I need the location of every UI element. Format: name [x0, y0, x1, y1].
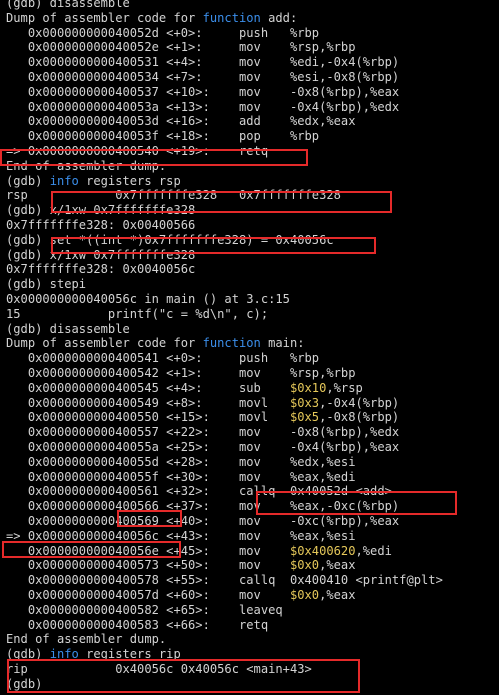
highlight-current-instruction	[2, 541, 181, 558]
line-text: 0x0000000000400545 <+4>: sub	[6, 380, 290, 395]
terminal-line: 0x0000000000400545 <+4>: sub $0x10,%rsp	[6, 381, 363, 395]
terminal-line: 0x7fffffffe328: 0x00400566	[6, 218, 195, 232]
terminal-line: (gdb) info registers rsp	[6, 174, 181, 188]
terminal-line: 15 printf("c = %d\n", c);	[6, 307, 268, 321]
gdb-terminal[interactable]: (gdb) disassemble Dump of assembler code …	[0, 0, 499, 695]
terminal-line: 0x0000000000400549 <+8>: movl $0x3,-0x4(…	[6, 396, 399, 410]
line-text: 0x0000000000400534 <+7>: mov %esi,-0x8(%…	[6, 70, 400, 84]
terminal-line: End of assembler dump.	[6, 632, 166, 646]
line-text: End of assembler dump.	[6, 632, 167, 647]
terminal-line: 0x7fffffffe328: 0x0040056c	[6, 262, 195, 276]
line-tail: ,-0x8(%rbp)	[319, 410, 400, 425]
line-text: 0x0000000000400541 <+0>: push %rbp	[6, 351, 320, 366]
line-tail: ,%eax	[319, 558, 356, 573]
line-text: 0x000000000040055f <+30>: mov %eax,%edi	[6, 469, 356, 484]
line-text: 0x000000000040055a <+25>: mov -0x4(%rbp)…	[6, 440, 400, 454]
line-text: 0x0000000000400550 <+15>: movl	[6, 410, 290, 425]
terminal-line: 0x0000000000400578 <+55>: callq 0x400410…	[6, 573, 443, 587]
immediate-value: $0x400620	[289, 543, 356, 558]
line-text: 0x7fffffffe328: 0x00400566	[6, 218, 196, 232]
line-tail: ,%eax	[319, 588, 356, 602]
terminal-line: (gdb) stepi	[6, 277, 86, 291]
terminal-line: 0x000000000040057d <+60>: mov $0x0,%eax	[6, 588, 356, 602]
line-text: (gdb)	[6, 173, 50, 188]
line-text: (gdb) stepi	[6, 277, 87, 292]
terminal-line: 0x0000000000400537 <+10>: mov -0x8(%rbp)…	[6, 85, 399, 99]
line-text: Dump of assembler code for	[6, 336, 203, 351]
terminal-line: Dump of assembler code for function add:	[6, 11, 297, 25]
line-text: (gdb) disassemble	[6, 0, 130, 10]
terminal-line: 0x000000000040053f <+18>: pop %rbp	[6, 129, 319, 143]
line-text: 0x0000000000400578 <+55>: callq 0x400410…	[6, 573, 443, 588]
terminal-line: 0x0000000000400583 <+66>: retq	[6, 618, 268, 632]
terminal-line: 0x000000000040052e <+1>: mov %rsp,%rbp	[6, 40, 356, 54]
line-text: 0x0000000000400531 <+4>: mov %edi,-0x4(%…	[6, 55, 400, 70]
terminal-line: 0x0000000000400541 <+0>: push %rbp	[6, 351, 319, 365]
line-text: (gdb) disassemble	[6, 321, 130, 336]
terminal-line: 0x0000000000400569 <+40>: mov -0xc(%rbp)…	[6, 514, 399, 528]
terminal-line: Dump of assembler code for function main…	[6, 336, 305, 350]
highlight-rsp-value	[51, 191, 392, 213]
line-text: 0x000000000040052d <+0>: push %rbp	[6, 25, 320, 40]
line-tail: ,-0x4(%rbp)	[319, 395, 400, 410]
line-text: 0x000000000040055d <+28>: mov %edx,%esi	[6, 454, 356, 469]
line-text: 0x000000000040056c in main () at 3.c:15	[6, 292, 290, 306]
terminal-line: 0x000000000040055f <+30>: mov %eax,%edi	[6, 470, 356, 484]
terminal-line: 0x0000000000400531 <+4>: mov %edi,-0x4(%…	[6, 55, 399, 69]
keyword-text: function	[202, 10, 261, 25]
immediate-value: $0x0	[289, 588, 320, 602]
keyword-text: info	[49, 173, 79, 188]
line-text: 0x7fffffffe328: 0x0040056c	[6, 262, 196, 277]
terminal-line: 0x0000000000400582 <+65>: leaveq	[6, 603, 283, 617]
terminal-line: (gdb) disassemble	[6, 322, 130, 336]
line-tail: ,%rsp	[326, 380, 363, 395]
line-text: 0x000000000040053f <+18>: pop %rbp	[6, 129, 320, 144]
line-text: 15 printf("c = %d\n", c);	[6, 306, 269, 321]
line-text: 0x000000000040052e <+1>: mov %rsp,%rbp	[6, 40, 356, 55]
terminal-line: 0x000000000040053a <+13>: mov -0x4(%rbp)…	[6, 100, 399, 114]
immediate-value: $0x10	[289, 380, 327, 395]
line-tail: add:	[260, 10, 298, 25]
line-text: Dump of assembler code for	[6, 10, 203, 25]
highlight-address-400566	[117, 510, 182, 527]
line-text: 0x0000000000400542 <+1>: mov %rsp,%rbp	[6, 366, 356, 380]
immediate-value: $0x0	[289, 558, 320, 573]
line-tail: ,%edi	[355, 543, 392, 558]
highlight-callq-add	[256, 491, 457, 515]
line-text: 0x0000000000400573 <+50>: mov	[6, 558, 290, 573]
terminal-line: (gdb) disassemble	[6, 0, 130, 10]
line-text: 0x0000000000400569 <+40>: mov -0xc(%rbp)…	[6, 514, 400, 528]
terminal-line: 0x0000000000400557 <+22>: mov -0x8(%rbp)…	[6, 425, 399, 439]
immediate-value: $0x5	[289, 410, 320, 425]
line-text: 0x0000000000400557 <+22>: mov -0x8(%rbp)…	[6, 425, 400, 440]
terminal-line: 0x0000000000400573 <+50>: mov $0x0,%eax	[6, 558, 356, 572]
terminal-line: 0x000000000040055a <+25>: mov -0x4(%rbp)…	[6, 440, 399, 454]
line-text: 0x000000000040053a <+13>: mov -0x4(%rbp)…	[6, 99, 400, 114]
line-tail: registers rsp	[78, 173, 181, 188]
keyword-text: function	[202, 336, 261, 351]
terminal-line: 0x0000000000400534 <+7>: mov %esi,-0x8(%…	[6, 70, 399, 84]
line-text: 0x000000000040057d <+60>: mov	[6, 588, 290, 602]
line-text: 0x0000000000400537 <+10>: mov -0x8(%rbp)…	[6, 84, 400, 99]
terminal-line: 0x000000000040053d <+16>: add %edx,%eax	[6, 114, 356, 128]
highlight-set-command	[51, 237, 376, 254]
line-text: 0x0000000000400582 <+65>: leaveq	[6, 602, 283, 617]
line-tail: main:	[260, 336, 305, 351]
highlight-retq-line	[0, 149, 308, 166]
immediate-value: $0x3	[289, 395, 320, 410]
terminal-line: 0x000000000040052d <+0>: push %rbp	[6, 26, 319, 40]
line-text: 0x0000000000400549 <+8>: movl	[6, 395, 290, 410]
line-text: 0x000000000040053d <+16>: add %edx,%eax	[6, 114, 356, 129]
terminal-line: 0x0000000000400542 <+1>: mov %rsp,%rbp	[6, 366, 356, 380]
terminal-line: 0x0000000000400550 <+15>: movl $0x5,-0x8…	[6, 410, 399, 424]
highlight-rip-register	[7, 659, 360, 693]
line-text: 0x0000000000400583 <+66>: retq	[6, 617, 269, 632]
terminal-line: 0x000000000040056c in main () at 3.c:15	[6, 292, 290, 306]
terminal-line: 0x000000000040055d <+28>: mov %edx,%esi	[6, 455, 356, 469]
